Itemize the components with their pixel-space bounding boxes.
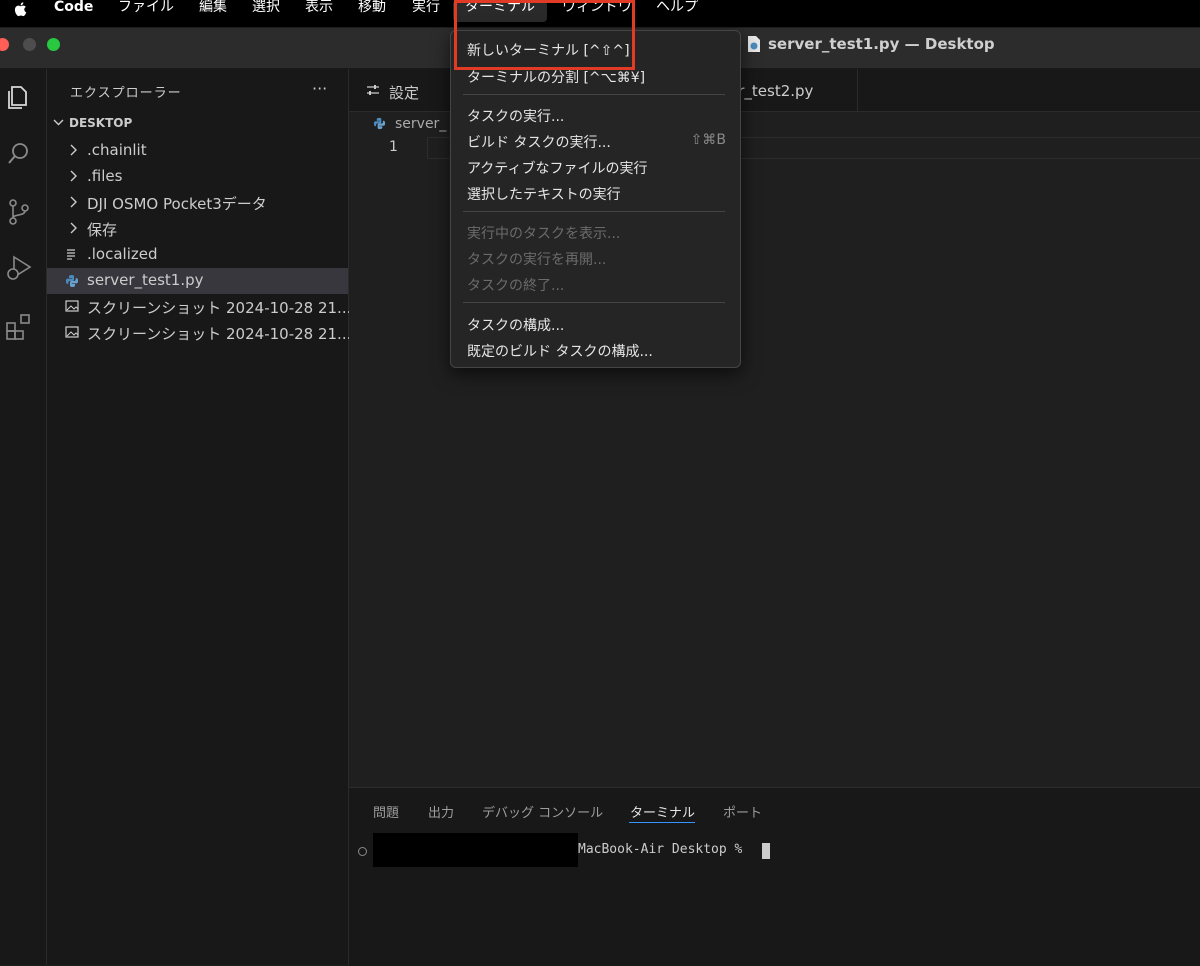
- tab-label: er_test2.py: [729, 82, 814, 100]
- tree-item-screenshot-2[interactable]: スクリーンショット 2024-10-28 21...: [47, 320, 352, 346]
- image-file-icon: [65, 326, 79, 338]
- tree-item-dji[interactable]: DJI OSMO Pocket3データ: [47, 190, 348, 216]
- source-control-icon[interactable]: [4, 197, 34, 227]
- panel-tab-debug-console[interactable]: デバッグ コンソール: [482, 802, 603, 821]
- menu-item-run-active-file[interactable]: アクティブなファイルの実行: [467, 158, 647, 178]
- panel-tab-problems[interactable]: 問題: [373, 802, 399, 821]
- tree-item-screenshot-1[interactable]: スクリーンショット 2024-10-28 21...: [47, 294, 352, 320]
- more-actions-button[interactable]: ···: [312, 79, 327, 98]
- tree-item-chainlit[interactable]: .chainlit: [47, 138, 348, 164]
- zoom-window-button[interactable]: [47, 38, 60, 51]
- panel-tab-terminal[interactable]: ターミナル: [630, 802, 695, 821]
- menu-item-split-terminal[interactable]: ターミナルの分割 [^⌥⌘¥]: [467, 67, 645, 87]
- menu-item-terminate-task: タスクの終了...: [467, 278, 565, 294]
- menu-go[interactable]: 移動: [358, 0, 386, 24]
- annotation-highlight-box: [454, 0, 635, 70]
- sidebar-title: エクスプローラー: [70, 86, 182, 101]
- menu-edit[interactable]: 編集: [199, 0, 227, 24]
- menu-item-shortcut: ⇧⌘B: [690, 132, 726, 148]
- tree-item-label: .localized: [87, 245, 158, 263]
- line-number: 1: [389, 139, 398, 155]
- run-debug-icon[interactable]: [4, 253, 34, 283]
- menu-item-run-selected-text[interactable]: 選択したテキストの実行: [467, 184, 621, 204]
- tree-item-label: スクリーンショット 2024-10-28 21...: [87, 299, 352, 317]
- tree-item-files[interactable]: .files: [47, 164, 348, 190]
- chevron-right-icon: [70, 196, 77, 208]
- terminal-prompt[interactable]: MacBook-Air Desktop %: [578, 842, 742, 857]
- chevron-right-icon: [70, 170, 77, 182]
- tree-item-label: .files: [87, 167, 123, 185]
- menu-run[interactable]: 実行: [412, 0, 440, 24]
- menu-separator: [463, 302, 725, 303]
- menu-item-run-task[interactable]: タスクの実行...: [467, 106, 564, 126]
- activity-bar: [0, 69, 47, 965]
- file-icon: [748, 36, 760, 52]
- python-file-icon: [373, 117, 386, 130]
- tab-settings[interactable]: 設定: [349, 69, 449, 111]
- menu-item-run-build-task[interactable]: ビルド タスクの実行...: [467, 132, 611, 152]
- folder-header-desktop[interactable]: DESKTOP: [53, 116, 132, 130]
- tree-item-hozon[interactable]: 保存: [47, 216, 348, 242]
- menu-separator: [463, 94, 725, 95]
- active-tab-indicator: [629, 822, 695, 823]
- apple-icon[interactable]: [12, 0, 30, 18]
- tab-label: 設定: [389, 84, 420, 102]
- panel-tab-ports[interactable]: ポート: [723, 802, 762, 821]
- menu-item-configure-tasks[interactable]: タスクの構成...: [467, 315, 564, 335]
- menu-help[interactable]: ヘルプ: [656, 0, 698, 24]
- python-file-icon: [66, 275, 78, 287]
- explorer-sidebar: エクスプローラー ··· DESKTOP .chainlit .files DJ…: [47, 69, 352, 965]
- text-file-icon: [67, 249, 75, 260]
- tree-item-localized[interactable]: .localized: [47, 242, 348, 268]
- tree-item-label: .chainlit: [87, 141, 147, 159]
- chevron-right-icon: [70, 144, 77, 156]
- menu-separator: [463, 211, 725, 212]
- tree-item-label: スクリーンショット 2024-10-28 21...: [87, 325, 352, 343]
- minimize-window-button[interactable]: [23, 38, 36, 51]
- bottom-panel: 問題 出力 デバッグ コンソール ターミナル ポート MacBook-Air D…: [349, 787, 1200, 966]
- menu-view[interactable]: 表示: [305, 0, 333, 24]
- image-file-icon: [65, 300, 79, 312]
- window-title: server_test1.py — Desktop: [768, 35, 995, 53]
- menu-code[interactable]: Code: [54, 0, 93, 24]
- terminal-cursor: [762, 843, 770, 859]
- redacted-block: [373, 833, 578, 867]
- panel-tab-output[interactable]: 出力: [428, 802, 454, 821]
- terminal-dropdown-menu: 新しいターミナル [^⇧^] ターミナルの分割 [^⌥⌘¥] タスクの実行...…: [450, 30, 741, 368]
- menu-item-configure-default-build-task[interactable]: 既定のビルド タスクの構成...: [467, 341, 653, 361]
- search-icon[interactable]: [4, 139, 34, 169]
- menu-file[interactable]: ファイル: [118, 0, 174, 24]
- tree-item-label: 保存: [87, 221, 118, 239]
- explorer-icon[interactable]: [4, 82, 34, 112]
- terminal-status-icon: [358, 847, 367, 856]
- tree-item-server-test1[interactable]: server_test1.py: [47, 268, 348, 294]
- tree-item-label: server_test1.py: [87, 271, 204, 289]
- breadcrumb[interactable]: server_: [395, 116, 446, 132]
- menu-item-show-running-tasks: 実行中のタスクを表示...: [467, 226, 621, 242]
- chevron-right-icon: [70, 222, 77, 234]
- tree-item-label: DJI OSMO Pocket3データ: [87, 195, 267, 213]
- menu-item-restart-task: タスクの実行を再開...: [467, 252, 607, 268]
- menu-selection[interactable]: 選択: [252, 0, 280, 24]
- chevron-down-icon: [53, 119, 64, 126]
- settings-sliders-icon: [367, 85, 379, 95]
- extensions-icon[interactable]: [4, 311, 34, 341]
- folder-name: DESKTOP: [69, 116, 133, 130]
